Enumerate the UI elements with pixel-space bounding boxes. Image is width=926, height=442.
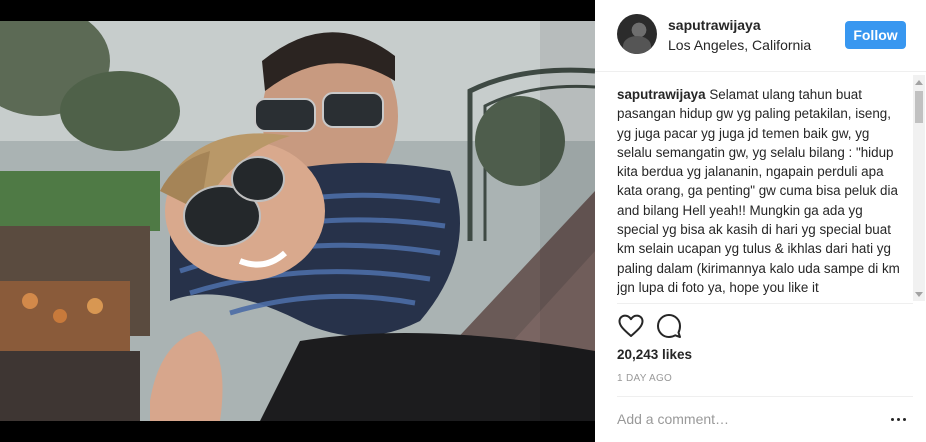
caption-username[interactable]: saputrawijaya: [617, 87, 706, 102]
post-location[interactable]: Los Angeles, California: [668, 37, 811, 53]
comment-icon: [657, 314, 681, 338]
like-button[interactable]: [617, 312, 645, 340]
post-photo[interactable]: [0, 21, 595, 421]
avatar[interactable]: [617, 14, 657, 54]
scroll-down-arrow-icon[interactable]: [913, 287, 925, 301]
caption-area: saputrawijaya Selamat ulang tahun buat p…: [617, 85, 907, 302]
photo-illustration: [0, 21, 595, 421]
dot: [902, 417, 906, 421]
dot: [890, 417, 894, 421]
scroll-thumb[interactable]: [915, 91, 923, 123]
more-options-icon[interactable]: [887, 410, 909, 428]
post-media-pane: [0, 0, 595, 442]
caption-scrollbar[interactable]: [913, 75, 925, 301]
dot: [896, 417, 900, 421]
post-timestamp[interactable]: 1 DAY AGO: [617, 373, 672, 384]
divider: [617, 303, 913, 304]
author-username[interactable]: saputrawijaya: [668, 17, 761, 33]
caption-text: Selamat ulang tahun buat pasangan hidup …: [617, 87, 900, 295]
comment-button[interactable]: [655, 312, 683, 340]
caption: saputrawijaya Selamat ulang tahun buat p…: [617, 85, 907, 297]
comment-input[interactable]: [617, 408, 877, 430]
scroll-up-arrow-icon[interactable]: [913, 75, 925, 89]
heart-icon: [618, 314, 644, 337]
follow-button[interactable]: Follow: [845, 21, 906, 49]
post-header: saputrawijaya Los Angeles, California Fo…: [595, 0, 926, 72]
divider: [617, 396, 913, 397]
post-details-panel: saputrawijaya Los Angeles, California Fo…: [595, 0, 926, 442]
like-count[interactable]: 20,243 likes: [617, 347, 692, 362]
